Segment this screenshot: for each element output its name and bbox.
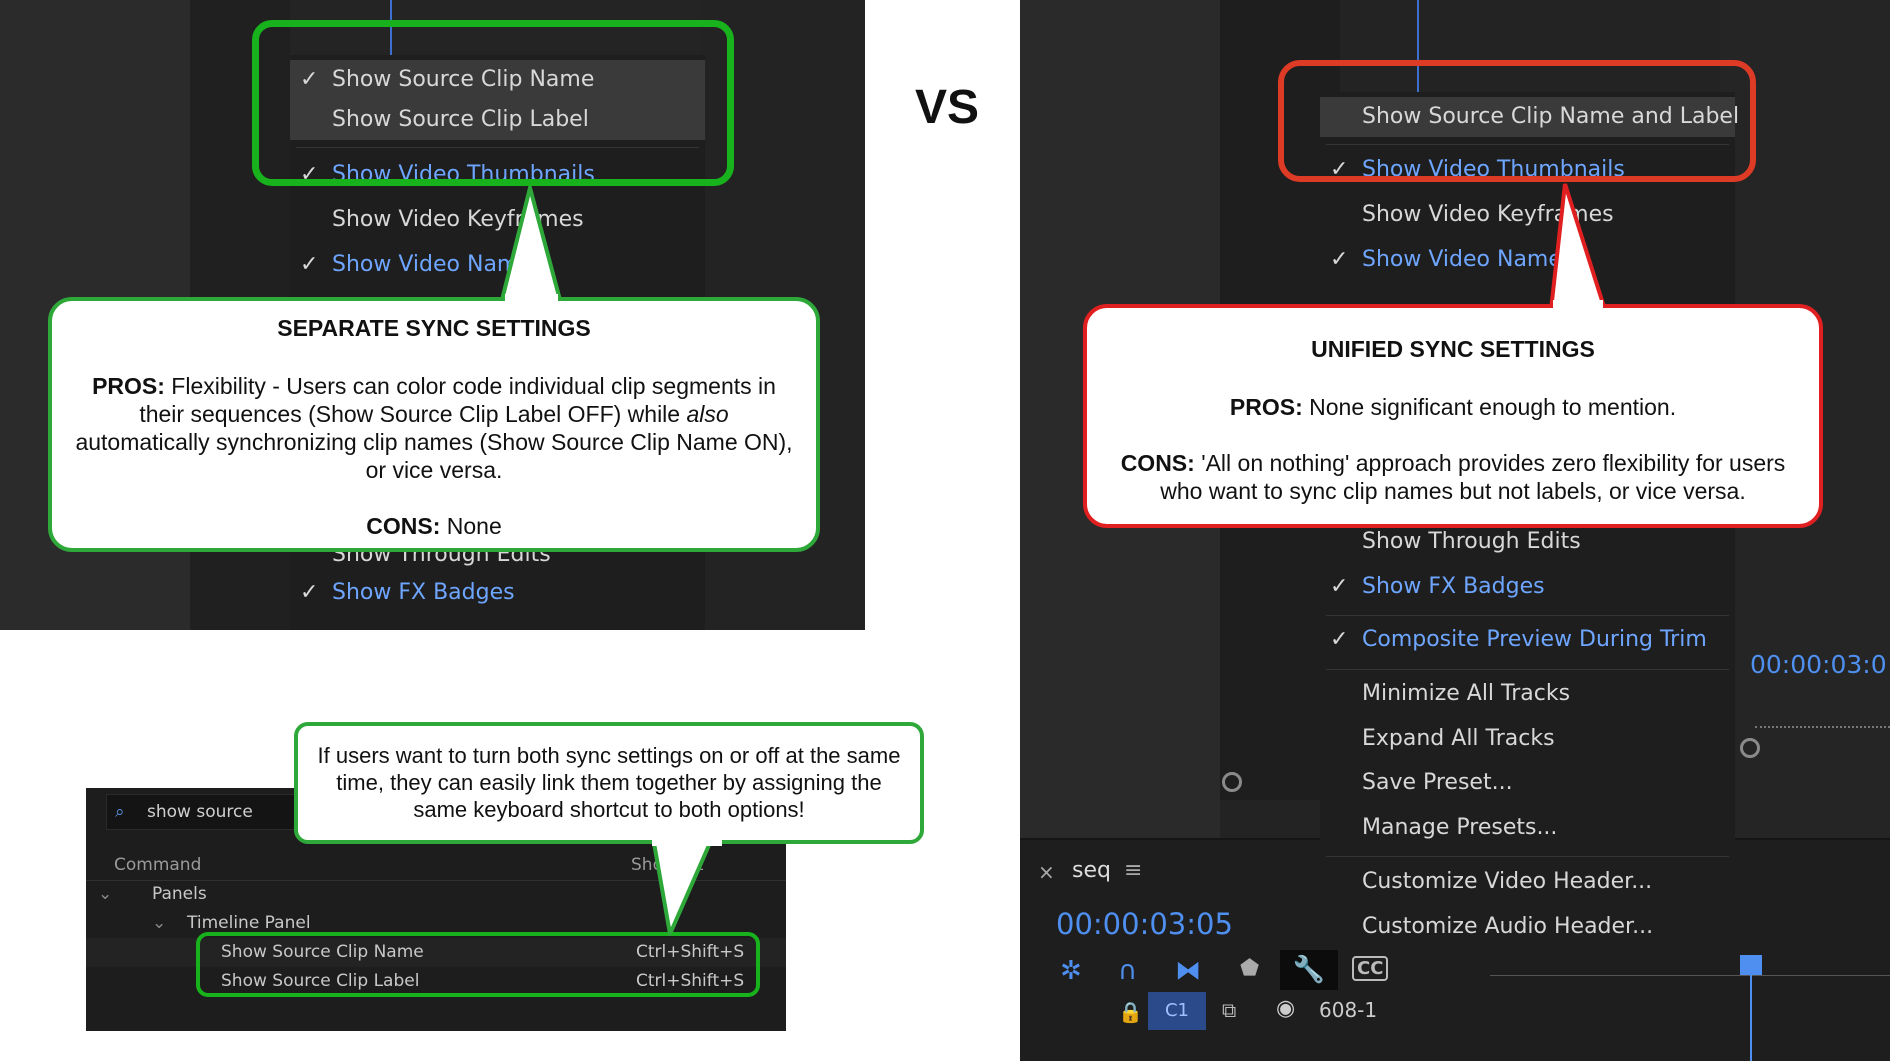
eye-icon[interactable]: ◉ [1276, 996, 1295, 1021]
callout-pointer [499, 186, 563, 301]
timeline-toolbar: ✲ ∩ ⧓ ⬟ 🔧 CC [1060, 950, 1440, 990]
chevron-down-icon: ⌄ [152, 913, 167, 933]
playhead-line [1750, 970, 1752, 1061]
check-icon: ✓ [1330, 574, 1349, 599]
menu-item-minimize-all-tracks[interactable]: Minimize All Tracks [1320, 674, 1735, 714]
pointer-seam [652, 838, 722, 846]
menu-item-customize-video-header[interactable]: Customize Video Header... [1320, 862, 1735, 902]
track-name: 608-1 [1319, 998, 1378, 1022]
menu-item-customize-audio-header[interactable]: Customize Audio Header... [1320, 907, 1735, 947]
menu-item-composite-preview-during-trim[interactable]: ✓ Composite Preview During Trim [1320, 620, 1735, 660]
menu-item-expand-all-tracks[interactable]: Expand All Tracks [1320, 719, 1735, 759]
sync-lock-icon[interactable]: ⧉ [1222, 998, 1236, 1022]
callout-pros: PROS: None significant enough to mention… [1229, 394, 1677, 420]
green-highlight-frame [252, 20, 734, 186]
callout-title: SEPARATE SYNC SETTINGS [277, 315, 591, 341]
track-target-c1[interactable]: C1 [1148, 992, 1206, 1030]
lock-icon[interactable]: 🔒 [1118, 1000, 1143, 1024]
search-input[interactable]: show source [147, 795, 253, 829]
menu-item-show-fx-badges[interactable]: ✓ Show FX Badges [290, 573, 705, 613]
magnet-icon[interactable]: ∩ [1118, 956, 1137, 986]
unified-sync-callout: UNIFIED SYNC SETTINGS PROS: None signifi… [1083, 304, 1823, 528]
menu-icon[interactable]: ≡ [1124, 858, 1142, 883]
search-icon: ⌕ [115, 802, 125, 822]
chevron-down-icon: ⌄ [98, 884, 113, 904]
callout-title: UNIFIED SYNC SETTINGS [1311, 336, 1595, 362]
menu-item-show-video-names[interactable]: ✓ Show Video Names [1320, 240, 1735, 280]
vs-label: VS [915, 81, 980, 134]
menu-item-manage-presets[interactable]: Manage Presets... [1320, 808, 1735, 848]
red-highlight-frame [1278, 60, 1756, 182]
separate-sync-callout: SEPARATE SYNC SETTINGS PROS: Flexibility… [48, 297, 820, 552]
close-icon[interactable]: × [1038, 860, 1055, 884]
captions-icon[interactable]: CC [1352, 956, 1389, 981]
menu-item-show-through-edits[interactable]: Show Through Edits [1320, 522, 1735, 562]
linked-selection-icon[interactable]: ⧓ [1175, 956, 1201, 986]
menu-item-show-fx-badges[interactable]: ✓ Show FX Badges [1320, 567, 1735, 607]
sequence-tab[interactable]: seq [1072, 858, 1111, 883]
check-icon: ✓ [1330, 247, 1349, 272]
wrench-icon[interactable]: 🔧 [1280, 950, 1338, 990]
pointer-seam [1553, 300, 1603, 309]
timecode[interactable]: 00:00:03:05 [1056, 907, 1233, 941]
menu-item-save-preset[interactable]: Save Preset... [1320, 763, 1735, 803]
check-icon: ✓ [300, 580, 319, 605]
green-highlight-frame [196, 932, 760, 997]
column-command[interactable]: Command [114, 851, 201, 880]
check-icon: ✓ [300, 252, 319, 277]
check-icon: ✓ [1330, 627, 1349, 652]
ruler-ticks [1755, 726, 1890, 738]
marker-icon[interactable]: ⬟ [1240, 956, 1259, 981]
callout-text: If users want to turn both sync settings… [317, 743, 901, 822]
snap-icon[interactable]: ✲ [1060, 956, 1082, 986]
callout-cons: CONS: 'All on nothing' approach provides… [1120, 450, 1786, 504]
timecode-right: 00:00:03:0 [1750, 650, 1887, 679]
scroll-handle[interactable] [1740, 738, 1760, 758]
callout-pointer [1548, 183, 1608, 312]
menu-item-show-video-keyframes[interactable]: Show Video Keyframes [1320, 195, 1735, 235]
scroll-handle[interactable] [1222, 772, 1242, 792]
callout-cons: CONS: None [366, 513, 502, 539]
pointer-seam [505, 294, 558, 302]
shortcut-tip-callout: If users want to turn both sync settings… [294, 722, 924, 844]
callout-pros: PROS: Flexibility - Users can color code… [75, 373, 793, 483]
